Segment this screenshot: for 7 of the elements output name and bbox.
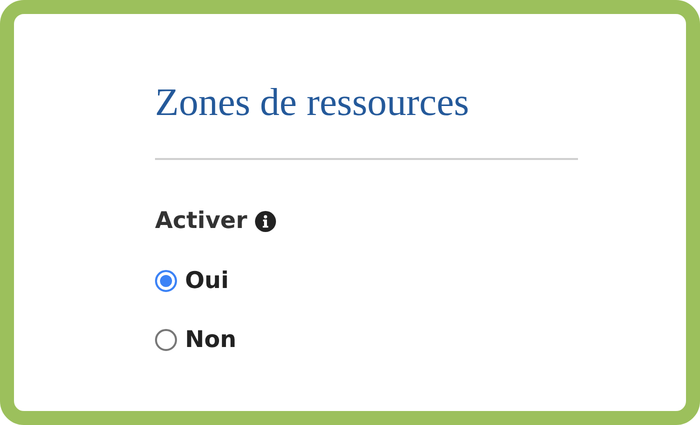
- option-label[interactable]: Oui: [185, 268, 229, 294]
- section-heading: Zones de ressources: [155, 80, 470, 126]
- info-icon[interactable]: [255, 210, 276, 232]
- radio-button[interactable]: [155, 270, 177, 292]
- option-label[interactable]: Non: [185, 327, 236, 353]
- field-label: Activer: [155, 208, 248, 234]
- radio-button[interactable]: [155, 329, 177, 351]
